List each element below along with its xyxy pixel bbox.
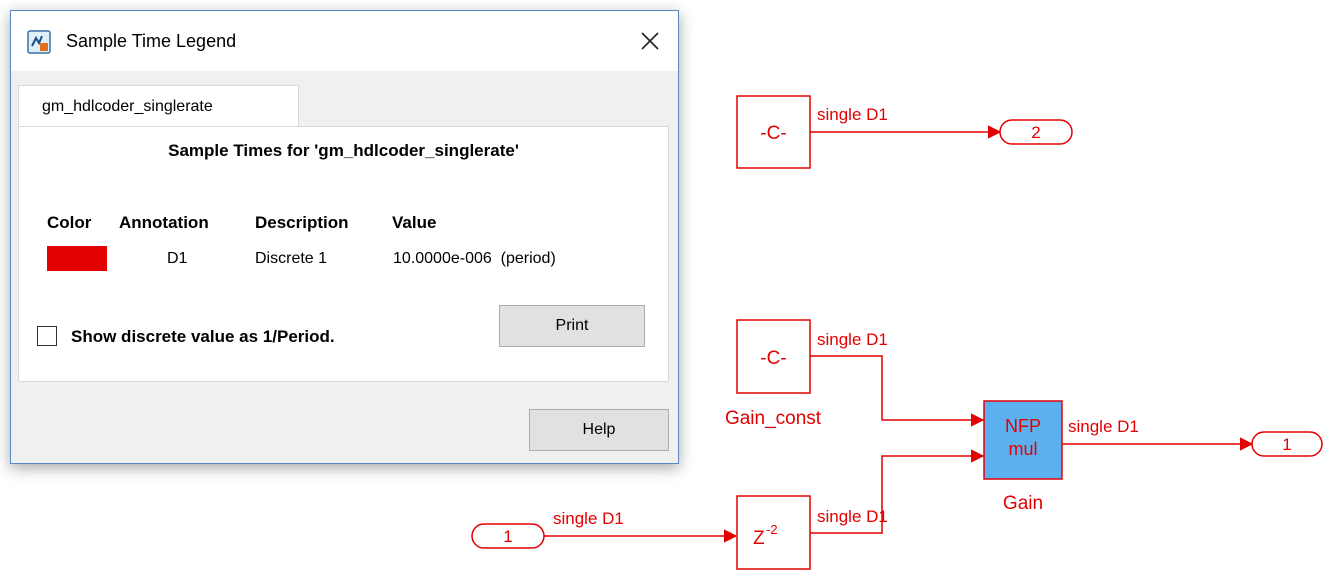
print-button[interactable]: Print [499,305,645,347]
color-swatch [47,246,107,271]
signal-label-gain-const: single D1 [817,330,888,349]
panel-title: Sample Times for 'gm_hdlcoder_singlerate… [168,141,519,160]
inport-1-label: 1 [503,527,512,546]
row-value: 10.0000e-006 (period) [393,250,556,267]
signal-label-gain-out: single D1 [1068,417,1139,436]
gain-block-line1: NFP [1005,416,1041,436]
outport-1[interactable]: 1 [1251,431,1323,457]
title-bar[interactable]: Sample Time Legend [11,11,678,71]
close-icon [641,32,659,50]
delay-block[interactable]: Z -2 [736,495,811,570]
signal-label-const-top: single D1 [817,105,888,124]
signal-line-gain-const[interactable] [810,355,985,427]
constant-top-label: -C- [760,123,786,144]
tab-label: gm_hdlcoder_singlerate [42,98,213,115]
delay-exponent: -2 [766,522,778,537]
simulink-app-icon [27,30,51,54]
outport-2-label: 2 [1031,123,1040,142]
constant-block-top[interactable]: -C- [736,95,811,169]
show-discrete-checkbox[interactable] [37,326,57,346]
row-description: Discrete 1 [255,250,328,267]
close-button[interactable] [622,11,678,71]
tab-gm-hdlcoder-singlerate[interactable]: gm_hdlcoder_singlerate [18,85,299,127]
delay-base: Z [753,528,765,549]
gain-block[interactable]: NFP mul [983,400,1063,480]
show-discrete-label: Show discrete value as 1/Period. [71,327,335,346]
outport-1-label: 1 [1282,435,1291,454]
gain-const-name: Gain_const [725,408,822,429]
gain-name: Gain [1003,493,1043,514]
help-button[interactable]: Help [529,409,669,451]
dialog-title: Sample Time Legend [66,31,237,51]
constant-gain-label: -C- [760,348,786,369]
inport-1[interactable]: 1 [471,523,545,549]
sample-time-legend-dialog: Sample Time Legend gm_hdlcoder_singlerat… [10,10,679,464]
signal-label-delay: single D1 [817,507,888,526]
gain-block-line2: mul [1008,439,1037,459]
signal-label-inport: single D1 [553,509,624,528]
outport-2[interactable]: 2 [999,119,1073,145]
column-header-description: Description [255,213,349,232]
column-header-annotation: Annotation [119,213,209,232]
row-annotation: D1 [167,250,188,267]
column-header-color: Color [47,213,92,232]
legend-panel: Sample Times for 'gm_hdlcoder_singlerate… [18,126,669,382]
constant-block-gain-const[interactable]: -C- [736,319,811,394]
column-header-value: Value [392,213,437,232]
